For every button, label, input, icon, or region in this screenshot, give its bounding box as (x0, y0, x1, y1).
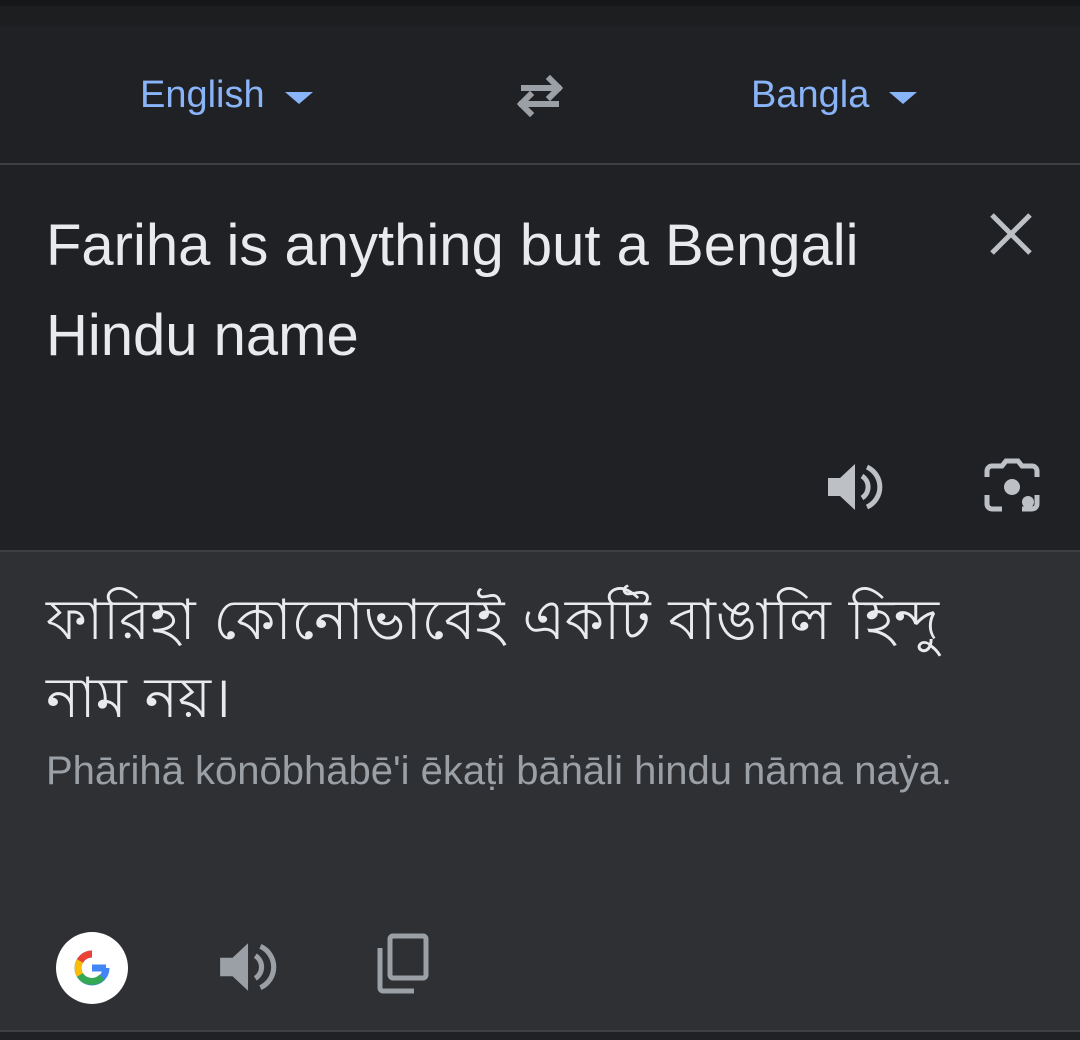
copy-icon[interactable] (372, 932, 434, 996)
language-bar: English Bangla (0, 26, 1080, 165)
translation-panel: ফারিহা কোনোভাবেই একটি বাঙালি হিন্দু নাম … (0, 552, 1080, 1030)
divider (0, 1030, 1080, 1040)
source-language-label: English (140, 73, 265, 116)
speaker-icon[interactable] (216, 936, 278, 998)
chevron-down-icon (889, 92, 918, 104)
camera-icon[interactable] (982, 457, 1042, 517)
source-text[interactable]: Fariha is anything but a Bengali Hindu n… (46, 201, 946, 381)
speaker-icon[interactable] (824, 457, 884, 517)
target-language-label: Bangla (751, 73, 870, 116)
chevron-down-icon (284, 92, 313, 104)
close-icon[interactable] (988, 211, 1034, 257)
swap-languages-icon[interactable] (510, 70, 570, 120)
source-text-panel[interactable]: Fariha is anything but a Bengali Hindu n… (0, 165, 1080, 552)
google-logo-icon[interactable] (56, 932, 128, 1004)
target-language-selector[interactable]: Bangla (751, 72, 918, 118)
status-bar (0, 0, 1080, 26)
translated-text: ফারিহা কোনোভাবেই একটি বাঙালি হিন্দু নাম … (46, 588, 940, 731)
transliteration-text: Phārihā kōnōbhābē'i ēkaṭi bāṅāli hindu n… (46, 749, 953, 793)
source-language-selector[interactable]: English (140, 72, 313, 118)
